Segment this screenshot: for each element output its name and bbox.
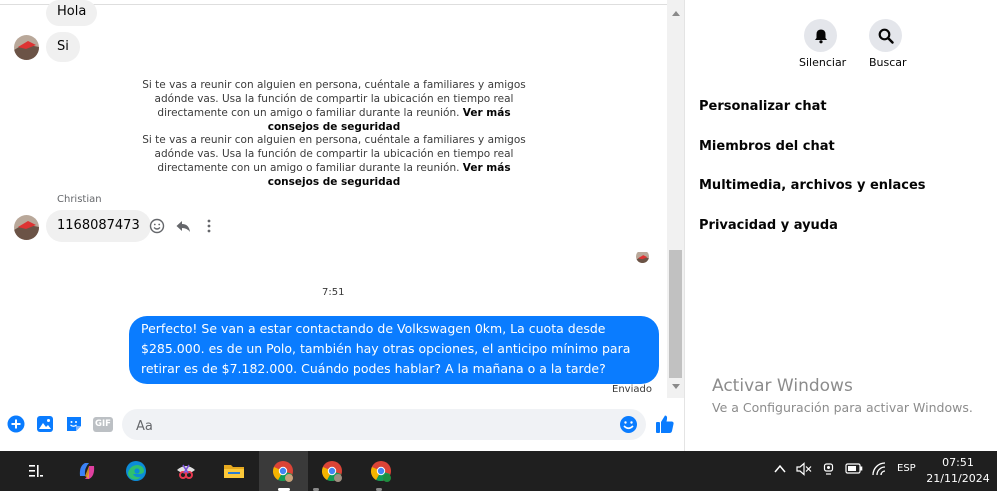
scroll-up-icon[interactable] (672, 11, 680, 16)
message-timestamp: 7:51 (322, 287, 345, 298)
photo-gallery-icon[interactable] (35, 414, 55, 434)
menu-privacy-help[interactable]: Privacidad y ayuda (699, 218, 838, 233)
message-text: Si (57, 39, 69, 54)
menu-chat-members[interactable]: Miembros del chat (699, 139, 835, 154)
react-emoji-icon[interactable] (148, 217, 166, 235)
avatar[interactable] (14, 35, 39, 60)
file-explorer-icon[interactable] (222, 459, 246, 483)
mute-button[interactable] (804, 19, 837, 52)
sticker-icon[interactable] (64, 414, 84, 434)
clock-date: 21/11/2024 (926, 472, 990, 485)
message-text: Hola (57, 4, 87, 19)
activate-windows-title: Activar Windows (712, 376, 853, 396)
wifi-icon[interactable] (871, 462, 887, 479)
chrome-profile-3-icon[interactable] (369, 459, 393, 483)
show-hidden-icons-chevron-icon[interactable] (774, 464, 786, 477)
menu-customize-chat[interactable]: Personalizar chat (699, 99, 827, 114)
message-text: Perfecto! Se van a estar contactando de … (141, 321, 631, 376)
add-plus-icon[interactable] (6, 414, 26, 434)
battery-icon[interactable] (845, 463, 863, 477)
message-bubble-phone[interactable]: 1168087473 (46, 210, 151, 242)
outgoing-message-bubble[interactable]: Perfecto! Se van a estar contactando de … (129, 316, 659, 384)
seen-avatar (636, 250, 649, 263)
gif-icon[interactable]: GIF (92, 414, 114, 434)
mute-label: Silenciar (799, 56, 847, 69)
message-input[interactable] (134, 415, 608, 437)
gif-label: GIF (93, 416, 113, 432)
sent-status: Enviado (612, 384, 652, 395)
activate-windows-subtitle: Ve a Configuración para activar Windows. (712, 400, 973, 415)
message-input-box[interactable] (122, 409, 646, 440)
emoji-icon[interactable] (619, 415, 638, 438)
widgets-icon[interactable] (24, 459, 48, 483)
search-icon (878, 28, 894, 44)
more-options-icon[interactable] (200, 217, 218, 235)
header-divider (0, 4, 670, 5)
taskbar: ESP 07:51 21/11/2024 (0, 451, 997, 491)
chrome-profile-1-icon[interactable] (271, 459, 295, 483)
clock-time: 07:51 (942, 456, 974, 469)
safety-notice: Si te vas a reunir con alguien en person… (130, 133, 538, 189)
edge-browser-icon[interactable] (124, 459, 148, 483)
bell-icon (814, 29, 827, 43)
snipping-tool-icon[interactable] (174, 459, 198, 483)
scroll-thumb[interactable] (669, 250, 682, 378)
reply-icon[interactable] (174, 217, 192, 235)
chat-thread: Hola Si Si te vas a reunir con alguien e… (0, 0, 684, 451)
message-text: 1168087473 (57, 218, 140, 233)
message-bubble-hola[interactable]: Hola (46, 0, 98, 26)
menu-media-files-links[interactable]: Multimedia, archivos y enlaces (699, 178, 926, 193)
camera-icon[interactable] (822, 462, 836, 479)
chrome-profile-2-icon[interactable] (320, 459, 344, 483)
scroll-down-icon[interactable] (672, 384, 680, 389)
message-actions (148, 217, 218, 235)
system-clock[interactable]: 07:51 21/11/2024 (925, 455, 991, 487)
sender-name: Christian (57, 194, 102, 205)
copilot-icon[interactable] (75, 459, 99, 483)
message-composer: GIF (0, 404, 684, 451)
volume-muted-icon[interactable] (796, 462, 812, 479)
avatar[interactable] (14, 215, 39, 240)
chat-scrollbar[interactable] (667, 0, 684, 398)
search-label: Buscar (869, 56, 907, 69)
like-thumb-icon[interactable] (654, 413, 675, 434)
message-bubble-si[interactable]: Si (46, 32, 80, 62)
language-indicator[interactable]: ESP (897, 463, 916, 474)
safety-notice: Si te vas a reunir con alguien en person… (130, 78, 538, 134)
search-button[interactable] (869, 19, 902, 52)
